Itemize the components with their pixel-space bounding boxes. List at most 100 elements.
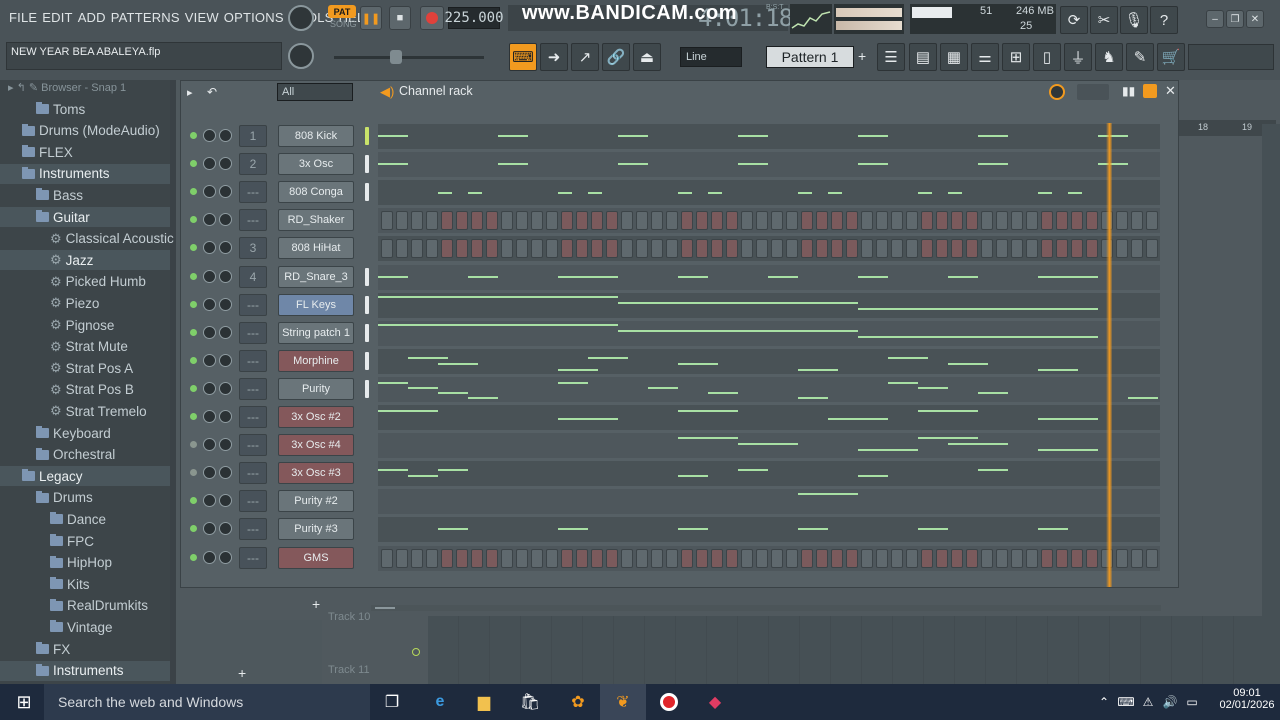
channel-mute-led[interactable]: [190, 525, 197, 533]
step-button[interactable]: [531, 239, 543, 259]
channel-mute-led[interactable]: [190, 300, 197, 308]
wait-input-button[interactable]: ↗: [571, 43, 599, 71]
menu-patterns[interactable]: PATTERNS: [111, 10, 180, 25]
browser-item[interactable]: ⚙ Strat Tremelo: [0, 401, 170, 421]
step-button[interactable]: [981, 548, 993, 568]
graph-editor-icon[interactable]: ▮▮: [1122, 84, 1135, 98]
step-button[interactable]: [711, 548, 723, 568]
add-track-button[interactable]: +: [238, 665, 246, 681]
channel-filter[interactable]: All: [277, 83, 353, 101]
step-button[interactable]: [501, 211, 513, 231]
step-button[interactable]: [921, 548, 933, 568]
step-button[interactable]: [441, 211, 453, 231]
channel-name-button[interactable]: 808 HiHat: [278, 237, 354, 260]
browser-button[interactable]: ⊞: [1002, 43, 1030, 71]
step-button[interactable]: [756, 211, 768, 231]
channel-volume-knob[interactable]: [219, 494, 232, 508]
step-button[interactable]: [726, 211, 738, 231]
step-button[interactable]: [891, 239, 903, 259]
step-button[interactable]: [381, 239, 393, 259]
add-pattern-button[interactable]: +: [858, 48, 866, 64]
browser-item[interactable]: HipHop: [0, 553, 170, 573]
channel-mute-led[interactable]: [190, 132, 197, 139]
piano-roll-preview[interactable]: [378, 405, 1160, 430]
step-button[interactable]: [1011, 548, 1023, 568]
step-button[interactable]: [1116, 211, 1128, 231]
file-explorer-icon[interactable]: ▆: [472, 690, 496, 714]
step-button[interactable]: [846, 239, 858, 259]
channel-name-button[interactable]: 3x Osc: [278, 153, 354, 176]
step-button[interactable]: [831, 548, 843, 568]
step-button[interactable]: [771, 239, 783, 259]
channel-pan-knob[interactable]: [203, 325, 216, 339]
piano-roll-view-icon[interactable]: [1143, 84, 1157, 98]
step-button[interactable]: [651, 211, 663, 231]
loop-record-button[interactable]: 🔗: [602, 43, 630, 71]
step-button[interactable]: [666, 239, 678, 259]
edge-icon[interactable]: e: [428, 690, 452, 714]
step-button[interactable]: [576, 211, 588, 231]
add-channel-button[interactable]: +: [312, 596, 320, 612]
channel-volume-knob[interactable]: [219, 157, 232, 171]
mixer-track-selector[interactable]: ---: [239, 293, 267, 316]
step-button[interactable]: [411, 239, 423, 259]
step-button[interactable]: [1146, 239, 1158, 259]
channel-mute-led[interactable]: [190, 497, 197, 505]
step-button[interactable]: [681, 548, 693, 568]
step-button[interactable]: [891, 211, 903, 231]
step-button[interactable]: [936, 239, 948, 259]
step-button[interactable]: [531, 548, 543, 568]
step-button[interactable]: [1146, 548, 1158, 568]
pattern-length-control[interactable]: [1077, 84, 1109, 100]
channel-volume-knob[interactable]: [219, 353, 232, 367]
browser-item[interactable]: FLEX: [0, 142, 170, 162]
piano-roll-preview[interactable]: [378, 292, 1160, 318]
step-button[interactable]: [561, 239, 573, 259]
step-button[interactable]: [756, 548, 768, 568]
step-button[interactable]: [486, 239, 498, 259]
step-button[interactable]: [546, 211, 558, 231]
step-button[interactable]: [1041, 211, 1053, 231]
mixer-track-selector[interactable]: ---: [239, 349, 267, 372]
step-button[interactable]: [501, 239, 513, 259]
channel-mute-led[interactable]: [190, 441, 197, 449]
menu-view[interactable]: VIEW: [185, 10, 219, 25]
channel-select-indicator[interactable]: [365, 379, 369, 398]
step-button[interactable]: [1071, 239, 1083, 259]
close-window-button[interactable]: ✕: [1246, 10, 1264, 28]
cut-tool-button[interactable]: ✂: [1090, 6, 1118, 34]
channel-select-indicator[interactable]: [365, 351, 369, 370]
channel-select-indicator[interactable]: [365, 183, 369, 202]
piano-roll-preview[interactable]: [378, 348, 1160, 374]
step-button[interactable]: [831, 239, 843, 259]
mixer-track-selector[interactable]: ---: [239, 321, 267, 344]
channel-name-button[interactable]: Purity #3: [278, 518, 354, 541]
step-button[interactable]: [591, 211, 603, 231]
step-sequencer-lane[interactable]: [378, 236, 1160, 262]
step-button[interactable]: [696, 239, 708, 259]
step-button[interactable]: [1011, 211, 1023, 231]
channel-select-indicator[interactable]: [365, 295, 369, 314]
step-button[interactable]: [876, 239, 888, 259]
step-button[interactable]: [666, 548, 678, 568]
step-button[interactable]: [1026, 548, 1038, 568]
step-button[interactable]: [546, 548, 558, 568]
step-button[interactable]: [801, 211, 813, 231]
channel-mute-led[interactable]: [190, 328, 197, 336]
browser-item[interactable]: ⚙ Pignose: [0, 315, 170, 335]
browser-item[interactable]: FX: [0, 639, 170, 659]
channel-pan-knob[interactable]: [203, 353, 216, 367]
piano-roll-preview[interactable]: [378, 264, 1160, 290]
step-button[interactable]: [726, 548, 738, 568]
step-button[interactable]: [636, 211, 648, 231]
browser-item[interactable]: Toms: [0, 99, 170, 119]
step-button[interactable]: [996, 548, 1008, 568]
master-slider-handle[interactable]: [390, 50, 402, 64]
channel-pan-knob[interactable]: [203, 297, 216, 311]
stop-button[interactable]: ■: [389, 6, 411, 30]
mixer-track-selector[interactable]: 1: [239, 125, 267, 147]
step-button[interactable]: [711, 211, 723, 231]
step-button[interactable]: [456, 239, 468, 259]
snap-selector[interactable]: Line: [680, 47, 742, 67]
channel-select-indicator[interactable]: [365, 155, 369, 174]
